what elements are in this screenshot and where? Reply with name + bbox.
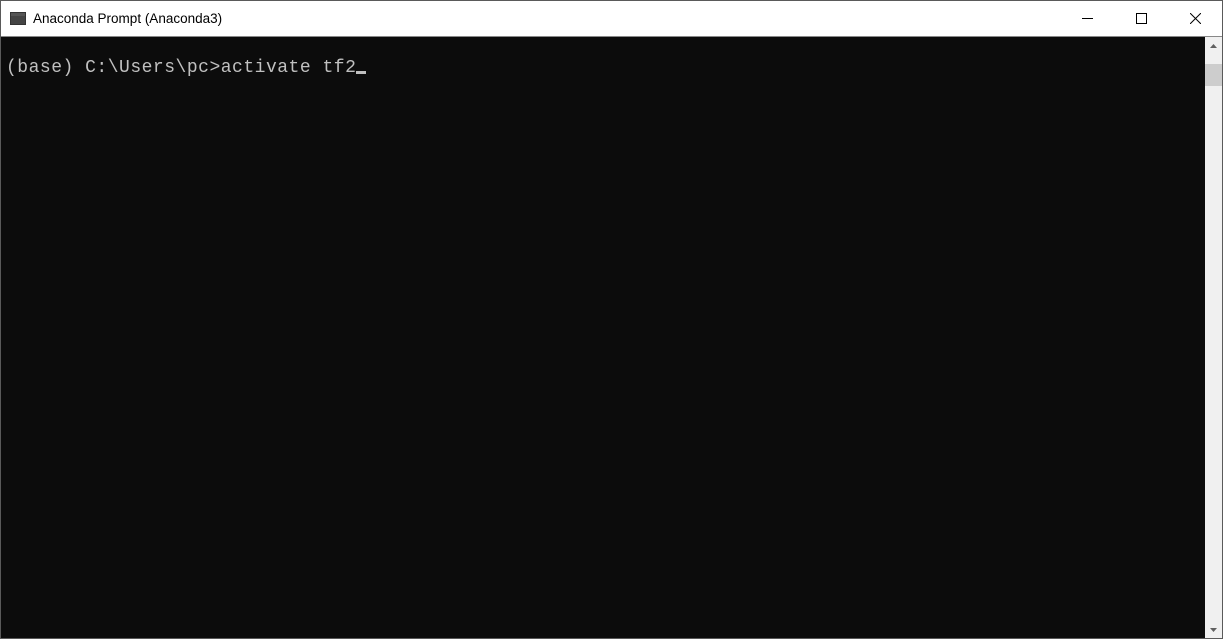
prompt-path: C:\Users\pc> <box>85 58 221 78</box>
minimize-button[interactable] <box>1060 1 1114 36</box>
chevron-down-icon <box>1210 628 1217 632</box>
window-frame: Anaconda Prompt (Anaconda3) (base <box>0 0 1223 639</box>
vertical-scrollbar[interactable] <box>1205 37 1222 638</box>
prompt-env: (base) <box>6 58 85 78</box>
chevron-up-icon <box>1210 44 1217 48</box>
terminal-content[interactable]: (base) C:\Users\pc>activate tf2 <box>1 37 1205 638</box>
typed-command: activate tf2 <box>221 58 357 78</box>
window-controls <box>1060 1 1222 36</box>
cursor <box>356 71 366 74</box>
terminal-line-1: (base) C:\Users\pc>activate tf2 <box>6 57 1205 79</box>
minimize-icon <box>1082 13 1093 24</box>
terminal-area: (base) C:\Users\pc>activate tf2 <box>1 37 1222 638</box>
window-title: Anaconda Prompt (Anaconda3) <box>33 11 1060 26</box>
terminal-app-icon <box>10 12 26 25</box>
titlebar[interactable]: Anaconda Prompt (Anaconda3) <box>1 1 1222 37</box>
close-icon <box>1190 13 1201 24</box>
scroll-track[interactable] <box>1205 54 1222 621</box>
scroll-up-button[interactable] <box>1205 37 1222 54</box>
scroll-thumb[interactable] <box>1205 64 1222 86</box>
scroll-down-button[interactable] <box>1205 621 1222 638</box>
maximize-icon <box>1136 13 1147 24</box>
close-button[interactable] <box>1168 1 1222 36</box>
maximize-button[interactable] <box>1114 1 1168 36</box>
